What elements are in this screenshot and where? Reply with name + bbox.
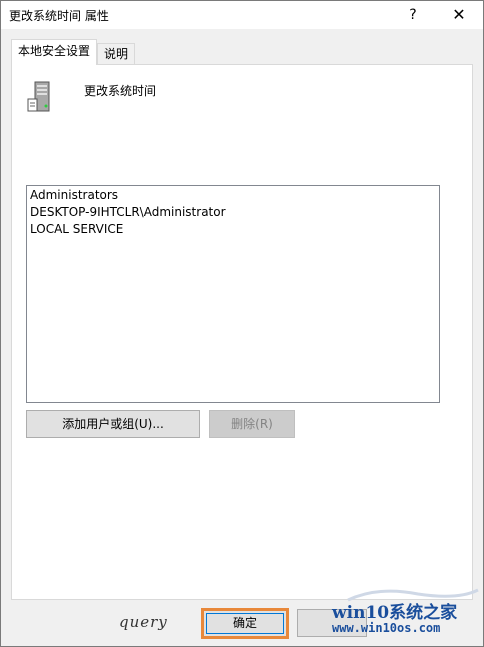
handwritten-signature: query — [119, 613, 168, 631]
tab-explain[interactable]: 说明 — [97, 43, 136, 65]
title-bar: 更改系统时间 属性 ? ✕ — [1, 1, 483, 29]
watermark-url: www.win10os.com — [332, 621, 441, 635]
ok-button-label: 确定 — [232, 616, 257, 630]
members-listbox[interactable]: Administrators DESKTOP-9IHTCLR\Administr… — [26, 185, 440, 403]
watermark-title: win10系统之家 — [332, 603, 458, 623]
site-watermark: win10系统之家 www.win10os.com — [318, 588, 482, 646]
policy-name: 更改系统时间 — [84, 84, 157, 98]
list-item[interactable]: DESKTOP-9IHTCLR\Administrator — [30, 205, 226, 219]
add-user-or-group-button[interactable]: 添加用户或组(U)... — [26, 410, 200, 438]
ok-button[interactable]: 确定 — [201, 608, 289, 639]
server-policy-icon — [27, 81, 50, 112]
remove-button[interactable]: 删除(R) — [209, 410, 295, 438]
list-item[interactable]: LOCAL SERVICE — [30, 222, 123, 236]
close-button[interactable]: ✕ — [439, 1, 479, 29]
window-title: 更改系统时间 属性 — [9, 9, 109, 23]
tab-local-security-setting[interactable]: 本地安全设置 — [11, 39, 98, 65]
help-button[interactable]: ? — [393, 1, 433, 29]
properties-dialog: 更改系统时间 属性 ? ✕ 本地安全设置 说明 更改系统时间 Administr… — [0, 0, 484, 647]
list-item[interactable]: Administrators — [30, 188, 118, 202]
tab-panel: 更改系统时间 Administrators DESKTOP-9IHTCLR\Ad… — [11, 64, 473, 600]
